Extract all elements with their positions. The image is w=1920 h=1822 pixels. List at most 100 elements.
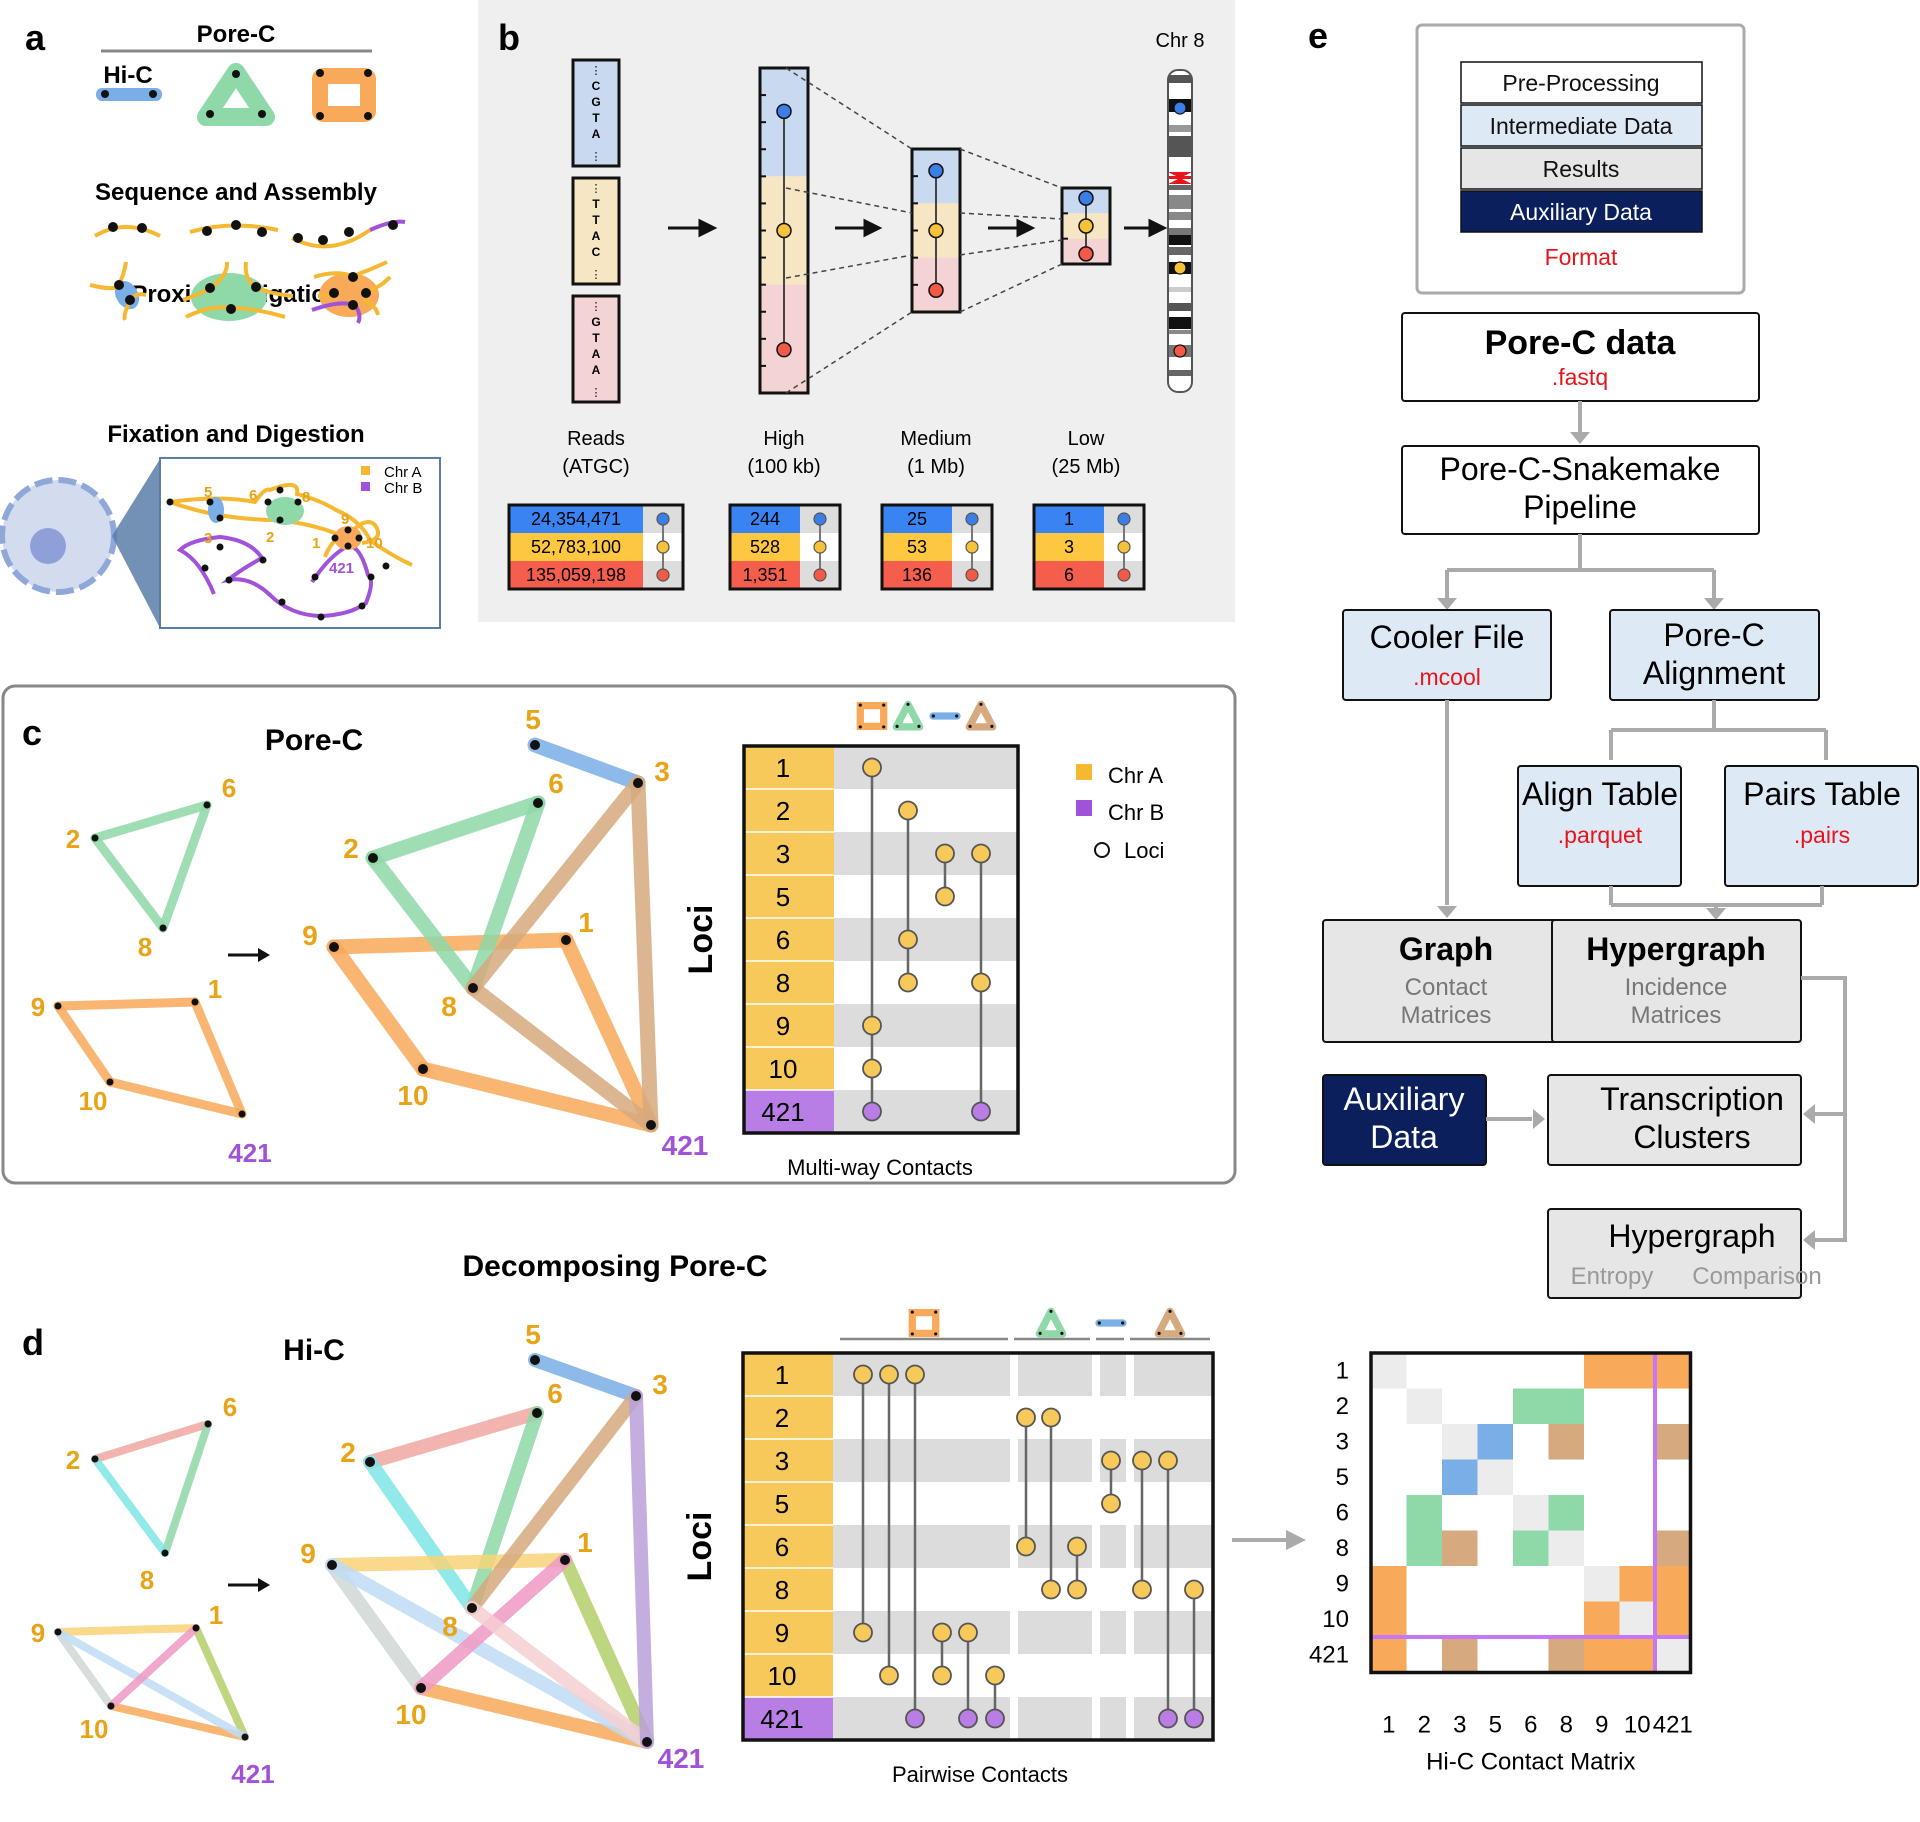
pipeline-flowchart: Pore-C data.fastq Pore-C-SnakemakePipelin… xyxy=(1322,312,1919,1299)
graph-edge xyxy=(53,1001,115,1087)
graph-node xyxy=(532,1408,542,1418)
matrix-cell xyxy=(1619,1459,1655,1495)
count-value: 244 xyxy=(750,509,780,529)
read-base: A xyxy=(592,127,601,141)
matrix-cell xyxy=(1619,1495,1655,1531)
graph-node xyxy=(238,1110,246,1118)
node-label: 9 xyxy=(31,1618,45,1648)
node-label: 2 xyxy=(340,1437,356,1468)
panel-e-label: e xyxy=(1308,15,1328,56)
indicator-dot xyxy=(1117,568,1131,582)
contact-dot xyxy=(1132,1579,1152,1600)
indicator-dot xyxy=(1117,540,1131,554)
count-value: 25 xyxy=(907,509,927,529)
locus-label: 10 xyxy=(768,1661,797,1691)
node-label: 10 xyxy=(397,1080,428,1111)
indicator-dot xyxy=(813,540,827,554)
locus-label: 421 xyxy=(760,1704,803,1734)
arrow-head xyxy=(1570,432,1590,444)
read-base: T xyxy=(592,331,600,345)
locus-label: 1 xyxy=(776,753,790,783)
hic-title: Hi-C xyxy=(103,62,152,89)
resolution-size: (1 Mb) xyxy=(907,456,965,478)
locus-dot xyxy=(1078,218,1094,234)
matrix-cell xyxy=(1548,1495,1584,1531)
row-tick-label: 3 xyxy=(1336,1429,1349,1456)
vertex-dot xyxy=(934,1310,938,1314)
matrix-cell xyxy=(1584,1495,1620,1531)
arrow-head xyxy=(1704,598,1724,610)
legend-item-label: Results xyxy=(1543,156,1620,182)
contact-dot xyxy=(971,972,991,993)
node-label: 2 xyxy=(66,824,80,854)
locus-dot xyxy=(776,103,792,120)
matrix-cell xyxy=(1371,1530,1407,1566)
porec-merged-hypergraph: 1 2 3 5 6 8 9 10 421 xyxy=(302,704,708,1161)
contact-dot xyxy=(853,1622,873,1643)
col-tick-label: 9 xyxy=(1595,1712,1608,1739)
matrix-cell xyxy=(1371,1388,1407,1424)
graph-node xyxy=(646,1120,656,1130)
matrix-cell xyxy=(1619,1388,1655,1424)
locus-label: 6 xyxy=(775,1532,789,1562)
read-base: T xyxy=(592,213,600,227)
chromosome-locus xyxy=(1173,261,1187,275)
panel-a: a Pore-C Hi-C Sequence and Assembly Prox… xyxy=(0,17,441,629)
graph-edge xyxy=(90,800,212,843)
chromosome-locus xyxy=(1173,344,1187,358)
locus-label: 8 xyxy=(775,1575,789,1605)
matrix-cell xyxy=(1442,1566,1478,1602)
contact-dot xyxy=(985,1708,1005,1729)
reads-stack: ⋮CGTA⋮⋮TTAC⋮⋮GTAA⋮ xyxy=(571,58,621,404)
matrix-cell xyxy=(1406,1530,1442,1566)
legend-chr-a-label: Chr A xyxy=(384,464,422,481)
panel-d: Decomposing Pore-C d Hi-C 2681910421 123… xyxy=(22,1250,1693,1789)
multiway-contacts-matrix: 1 2 3 5 6 8 9 10 421 Loci Multi-way Contacts xyxy=(682,700,1020,1180)
matrix-cell xyxy=(1655,1566,1691,1602)
locus-dot xyxy=(776,341,792,358)
indicator-dot xyxy=(813,512,827,526)
graph-node xyxy=(467,1603,477,1613)
node-label: 8 xyxy=(442,1611,458,1642)
triangle-shape-icon xyxy=(965,700,997,731)
panel-a-label: a xyxy=(25,17,46,58)
decomposing-title: Decomposing Pore-C xyxy=(462,1250,767,1283)
graph-node xyxy=(560,1555,570,1565)
matrix-cell xyxy=(1548,1424,1584,1460)
arrow-head xyxy=(1533,1109,1545,1129)
contact-dot xyxy=(1132,1450,1152,1471)
matrix-cell xyxy=(1442,1424,1478,1460)
graph-node xyxy=(631,1391,641,1401)
contact-dot xyxy=(905,1364,925,1385)
indicator-dot xyxy=(1117,512,1131,526)
matrix-cell xyxy=(1371,1495,1407,1531)
hypergraph-title: Hypergraph xyxy=(1586,931,1766,967)
contact-dot xyxy=(898,972,918,993)
read-base: T xyxy=(592,111,600,125)
matrix-cell xyxy=(1584,1459,1620,1495)
contact-dot xyxy=(898,929,918,950)
count-value: 24,354,471 xyxy=(531,509,621,529)
matrix-cell xyxy=(1655,1424,1691,1460)
auxiliary-data-title: Data xyxy=(1370,1119,1438,1155)
chromosome-band xyxy=(1169,136,1191,157)
node-label: 8 xyxy=(138,932,152,962)
contact-dot xyxy=(898,800,918,821)
graph-edge xyxy=(629,1389,654,1749)
matrix-cell xyxy=(1406,1637,1442,1673)
graph-node xyxy=(241,1733,249,1741)
locus-label: 8 xyxy=(776,968,790,998)
count-value: 528 xyxy=(750,537,780,557)
zoom-inset: 5 6 8 9 3 2 1 10 421 Chr A Chr B xyxy=(159,457,441,629)
flow-connector xyxy=(1801,976,1847,1242)
matrix-cell xyxy=(1513,1601,1549,1637)
col-tick-label: 5 xyxy=(1489,1712,1502,1739)
node-label: 8 xyxy=(441,991,457,1022)
graph-edge xyxy=(363,1455,479,1615)
matrix-cell xyxy=(1442,1459,1478,1495)
resolution-size: (25 Mb) xyxy=(1052,456,1121,478)
row-tick-label: 10 xyxy=(1322,1606,1349,1633)
matrix-cell xyxy=(1513,1495,1549,1531)
matrix-cell xyxy=(1548,1459,1584,1495)
graph-edge xyxy=(161,1420,212,1557)
